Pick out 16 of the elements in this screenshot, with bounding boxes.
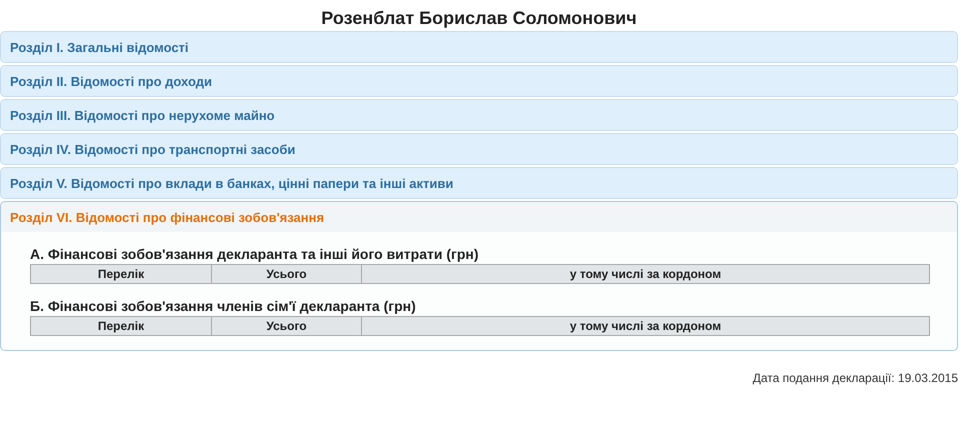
submission-date: Дата подання декларації: 19.03.2015 xyxy=(752,371,958,385)
column-header: Усього xyxy=(212,316,362,336)
person-name: Розенблат Борислав Соломонович xyxy=(320,8,638,28)
column-header: Перелік xyxy=(30,316,212,336)
column-header: у тому числі за кордоном xyxy=(362,264,930,284)
column-header: Усього xyxy=(212,264,362,284)
section-header[interactable]: Розділ I. Загальні відомості xyxy=(1,32,957,62)
section-header[interactable]: Розділ IV. Відомості про транспортні засоби xyxy=(1,134,957,164)
column-header: у тому числі за кордоном xyxy=(362,316,930,336)
subsection-title: Б. Фінансові зобов'язання членів сім'ї декларанта (грн) xyxy=(30,298,417,314)
subsection-title: А. Фінансові зобов'язання декларанта та інші його витрати (грн) xyxy=(30,246,480,262)
section-header[interactable]: Розділ VI. Відомості про фінансові зобов'язання xyxy=(1,202,957,232)
section-header[interactable]: Розділ III. Відомості про нерухоме майно xyxy=(1,100,957,130)
section-header[interactable]: Розділ V. Відомості про вклади в банках, цінні папери та інші активи xyxy=(1,168,957,198)
column-header: Перелік xyxy=(30,264,212,284)
section-header[interactable]: Розділ II. Відомості про доходи xyxy=(1,66,957,96)
